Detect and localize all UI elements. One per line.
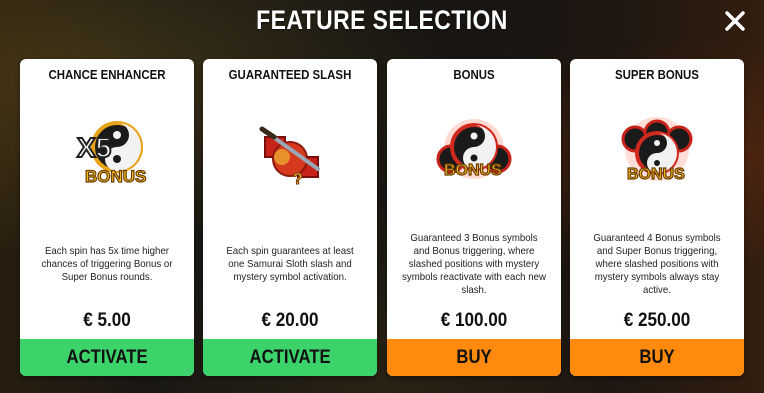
activate-button[interactable]: ACTIVATE — [203, 339, 377, 376]
feature-card-super-bonus: SUPER BONUS BONUS Guaranteed 4 Bonus sym… — [570, 59, 744, 376]
yin-yang-bonus-icon: BONUS — [424, 107, 524, 207]
card-price: € 100.00 — [440, 310, 508, 331]
mystery-art-text: ? — [293, 171, 303, 188]
card-title: GUARANTEED SLASH — [228, 67, 352, 82]
card-description: Guaranteed 3 Bonus symbols and Bonus tri… — [402, 231, 546, 296]
card-price: € 250.00 — [623, 310, 691, 331]
card-price: € 20.00 — [261, 310, 319, 331]
activate-button[interactable]: ACTIVATE — [20, 339, 194, 376]
close-button[interactable] — [722, 8, 748, 34]
bonus-art-text: BONUS — [444, 162, 502, 179]
bonus-art-text: BONUS — [85, 167, 146, 186]
card-title: CHANCE ENHANCER — [48, 67, 166, 82]
slash-mystery-icon: ? — [240, 107, 340, 207]
card-description: Guaranteed 4 Bonus symbols and Super Bon… — [593, 231, 721, 296]
card-title: BONUS — [453, 67, 495, 82]
page-title: FEATURE SELECTION — [256, 5, 508, 35]
card-title: SUPER BONUS — [615, 67, 699, 82]
x5-bonus-icon: X5 BONUS — [57, 107, 157, 207]
feature-card-chance-enhancer: CHANCE ENHANCER X5 BONUS Each spin has 5… — [20, 59, 194, 376]
feature-card-bonus: BONUS BONUS Guaranteed 3 Bonus symbols a… — [387, 59, 561, 376]
buy-button[interactable]: BUY — [387, 339, 561, 376]
close-icon — [725, 11, 745, 31]
x5-text: X5 — [77, 132, 111, 163]
card-description: Each spin has 5x time higher chances of … — [41, 244, 173, 283]
bonus-art-text: BONUS — [627, 166, 685, 183]
super-bonus-icon: BONUS — [607, 107, 707, 207]
card-description: Each spin guarantees at least one Samura… — [226, 244, 354, 283]
card-price: € 5.00 — [83, 310, 131, 331]
buy-button[interactable]: BUY — [570, 339, 744, 376]
feature-card-guaranteed-slash: GUARANTEED SLASH ? Each spin guarantees … — [203, 59, 377, 376]
